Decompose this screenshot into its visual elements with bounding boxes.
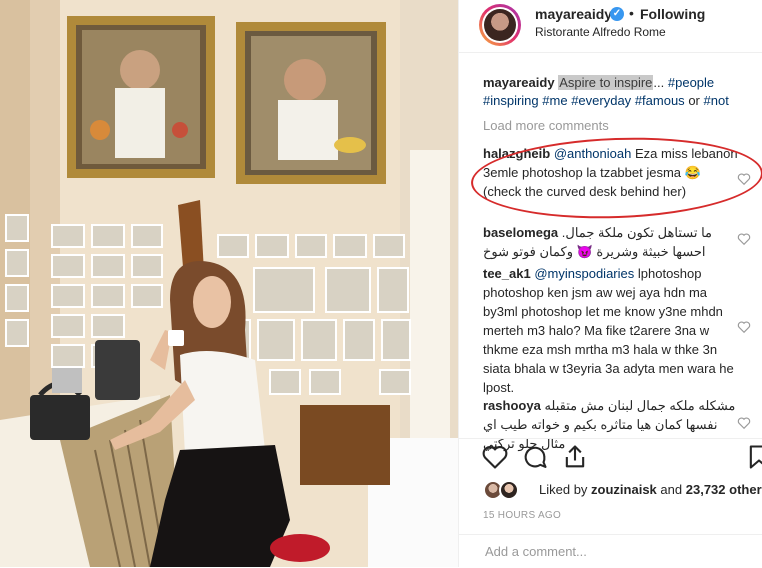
add-comment-bar <box>459 534 762 568</box>
header-username-link[interactable]: mayareaidy <box>535 6 612 22</box>
hashtag-link[interactable]: #not <box>704 93 729 108</box>
post-timestamp[interactable]: 15 HOURS AGO <box>483 510 561 521</box>
liked-by-prefix: Liked by <box>539 482 588 497</box>
action-bar <box>459 438 762 475</box>
liked-and: and <box>660 482 683 497</box>
comment-item: halazgheib @anthonioah Eza miss lebanon … <box>483 144 739 201</box>
following-button[interactable]: Following <box>640 6 705 22</box>
comment-text: lphotoshop photoshop ken jsm aw wej aya … <box>483 266 734 395</box>
bookmark-icon[interactable] <box>745 443 762 471</box>
caption-highlighted-text: Aspire to inspire <box>558 75 654 90</box>
hashtag-link[interactable]: #famous <box>635 93 685 108</box>
likes-count-link[interactable]: 23,732 others <box>686 482 762 497</box>
heart-icon[interactable] <box>481 443 509 471</box>
load-more-comments-button[interactable]: Load more comments <box>483 118 609 133</box>
caption-ellipsis: ... <box>653 75 665 90</box>
comment-item: tee_ak1 @myinspodiaries lphotoshop photo… <box>483 264 739 397</box>
liker-username-link[interactable]: zouzinaisk <box>591 482 657 497</box>
post-sidebar: mayareaidy ✓ • Following Ristorante Alfr… <box>458 0 762 567</box>
instagram-post: mayareaidy ✓ • Following Ristorante Alfr… <box>0 0 762 567</box>
comment-mention-link[interactable]: @anthonioah <box>554 146 632 161</box>
hashtag-link[interactable]: #inspiring <box>483 93 539 108</box>
header-separator: • <box>629 5 634 21</box>
comment-username-link[interactable]: baselomega <box>483 225 558 240</box>
location-link[interactable]: Ristorante Alfredo Rome <box>535 25 666 39</box>
likes-row: Liked by zouzinaisk and 23,732 others <box>483 478 762 502</box>
comment-username-link[interactable]: rashooya <box>483 398 541 413</box>
comment-username-link[interactable]: tee_ak1 <box>483 266 531 281</box>
share-icon[interactable] <box>561 443 589 471</box>
comment-like-heart-icon[interactable] <box>737 416 751 430</box>
comment-like-heart-icon[interactable] <box>737 172 751 186</box>
comment-item: baselomega ما تستاهل تكون ملكة جمال. احس… <box>483 223 739 261</box>
caption-username-link[interactable]: mayareaidy <box>483 75 555 90</box>
post-photo[interactable] <box>0 0 458 567</box>
hashtag-link[interactable]: #me <box>542 93 567 108</box>
hashtag-link[interactable]: #people <box>668 75 714 90</box>
hashtag-link[interactable]: #everyday <box>571 93 631 108</box>
add-comment-input[interactable] <box>483 543 747 560</box>
comment-like-heart-icon[interactable] <box>737 320 751 334</box>
post-header: mayareaidy ✓ • Following Ristorante Alfr… <box>459 0 762 53</box>
avatar[interactable] <box>479 4 521 46</box>
liker-avatar[interactable] <box>499 480 519 500</box>
comment-like-heart-icon[interactable] <box>737 232 751 246</box>
caption-or: or <box>688 93 700 108</box>
verified-badge-icon: ✓ <box>610 7 624 21</box>
comment-mention-link[interactable]: @myinspodiaries <box>534 266 634 281</box>
comment-icon[interactable] <box>521 443 549 471</box>
photo-illustration <box>0 0 458 567</box>
comment-username-link[interactable]: halazgheib <box>483 146 550 161</box>
caption: mayareaidy Aspire to inspire... #people … <box>483 74 757 110</box>
